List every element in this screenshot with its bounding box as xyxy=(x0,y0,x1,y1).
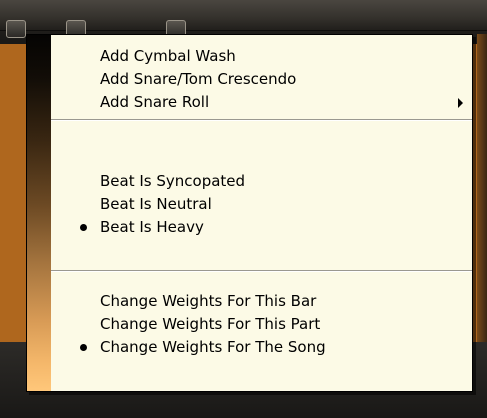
menu-item-label: Add Snare Roll xyxy=(100,93,210,111)
track-edge xyxy=(477,34,487,364)
menu-item-add-cymbal-wash[interactable]: Add Cymbal Wash xyxy=(51,45,472,68)
toolbar-button[interactable] xyxy=(6,20,26,38)
menu-item-label: Beat Is Heavy xyxy=(100,218,204,236)
menu-item-label: Change Weights For This Part xyxy=(100,315,321,333)
app-toolbar xyxy=(0,0,487,38)
menu-item-beat-is-heavy[interactable]: Beat Is Heavy xyxy=(51,216,472,239)
menu-item-label: Add Cymbal Wash xyxy=(100,47,236,65)
menu-item-label: Change Weights For This Bar xyxy=(100,292,317,310)
bullet-icon xyxy=(80,344,87,351)
menu-group-beat-feel: Beat Is Syncopated Beat Is Neutral Beat … xyxy=(51,170,472,239)
context-menu: Add Cymbal Wash Add Snare/Tom Crescendo … xyxy=(26,34,473,392)
menu-separator xyxy=(51,119,472,121)
menu-group-weights: Change Weights For This Bar Change Weigh… xyxy=(51,290,472,359)
bullet-icon xyxy=(80,224,87,231)
submenu-arrow-icon xyxy=(458,98,463,108)
menu-item-label: Beat Is Neutral xyxy=(100,195,212,213)
menu-separator xyxy=(51,270,472,272)
menu-item-add-snare-roll[interactable]: Add Snare Roll xyxy=(51,91,472,114)
menu-item-change-weights-bar[interactable]: Change Weights For This Bar xyxy=(51,290,472,313)
menu-item-change-weights-song[interactable]: Change Weights For The Song xyxy=(51,336,472,359)
menu-sidebar-gradient xyxy=(27,35,51,391)
menu-group-fills: Add Cymbal Wash Add Snare/Tom Crescendo … xyxy=(51,45,472,114)
menu-item-label: Add Snare/Tom Crescendo xyxy=(100,70,297,88)
menu-item-beat-is-neutral[interactable]: Beat Is Neutral xyxy=(51,193,472,216)
menu-item-beat-is-syncopated[interactable]: Beat Is Syncopated xyxy=(51,170,472,193)
menu-item-label: Change Weights For The Song xyxy=(100,338,326,356)
menu-item-label: Beat Is Syncopated xyxy=(100,172,246,190)
menu-item-add-snare-tom-crescendo[interactable]: Add Snare/Tom Crescendo xyxy=(51,68,472,91)
menu-item-change-weights-part[interactable]: Change Weights For This Part xyxy=(51,313,472,336)
